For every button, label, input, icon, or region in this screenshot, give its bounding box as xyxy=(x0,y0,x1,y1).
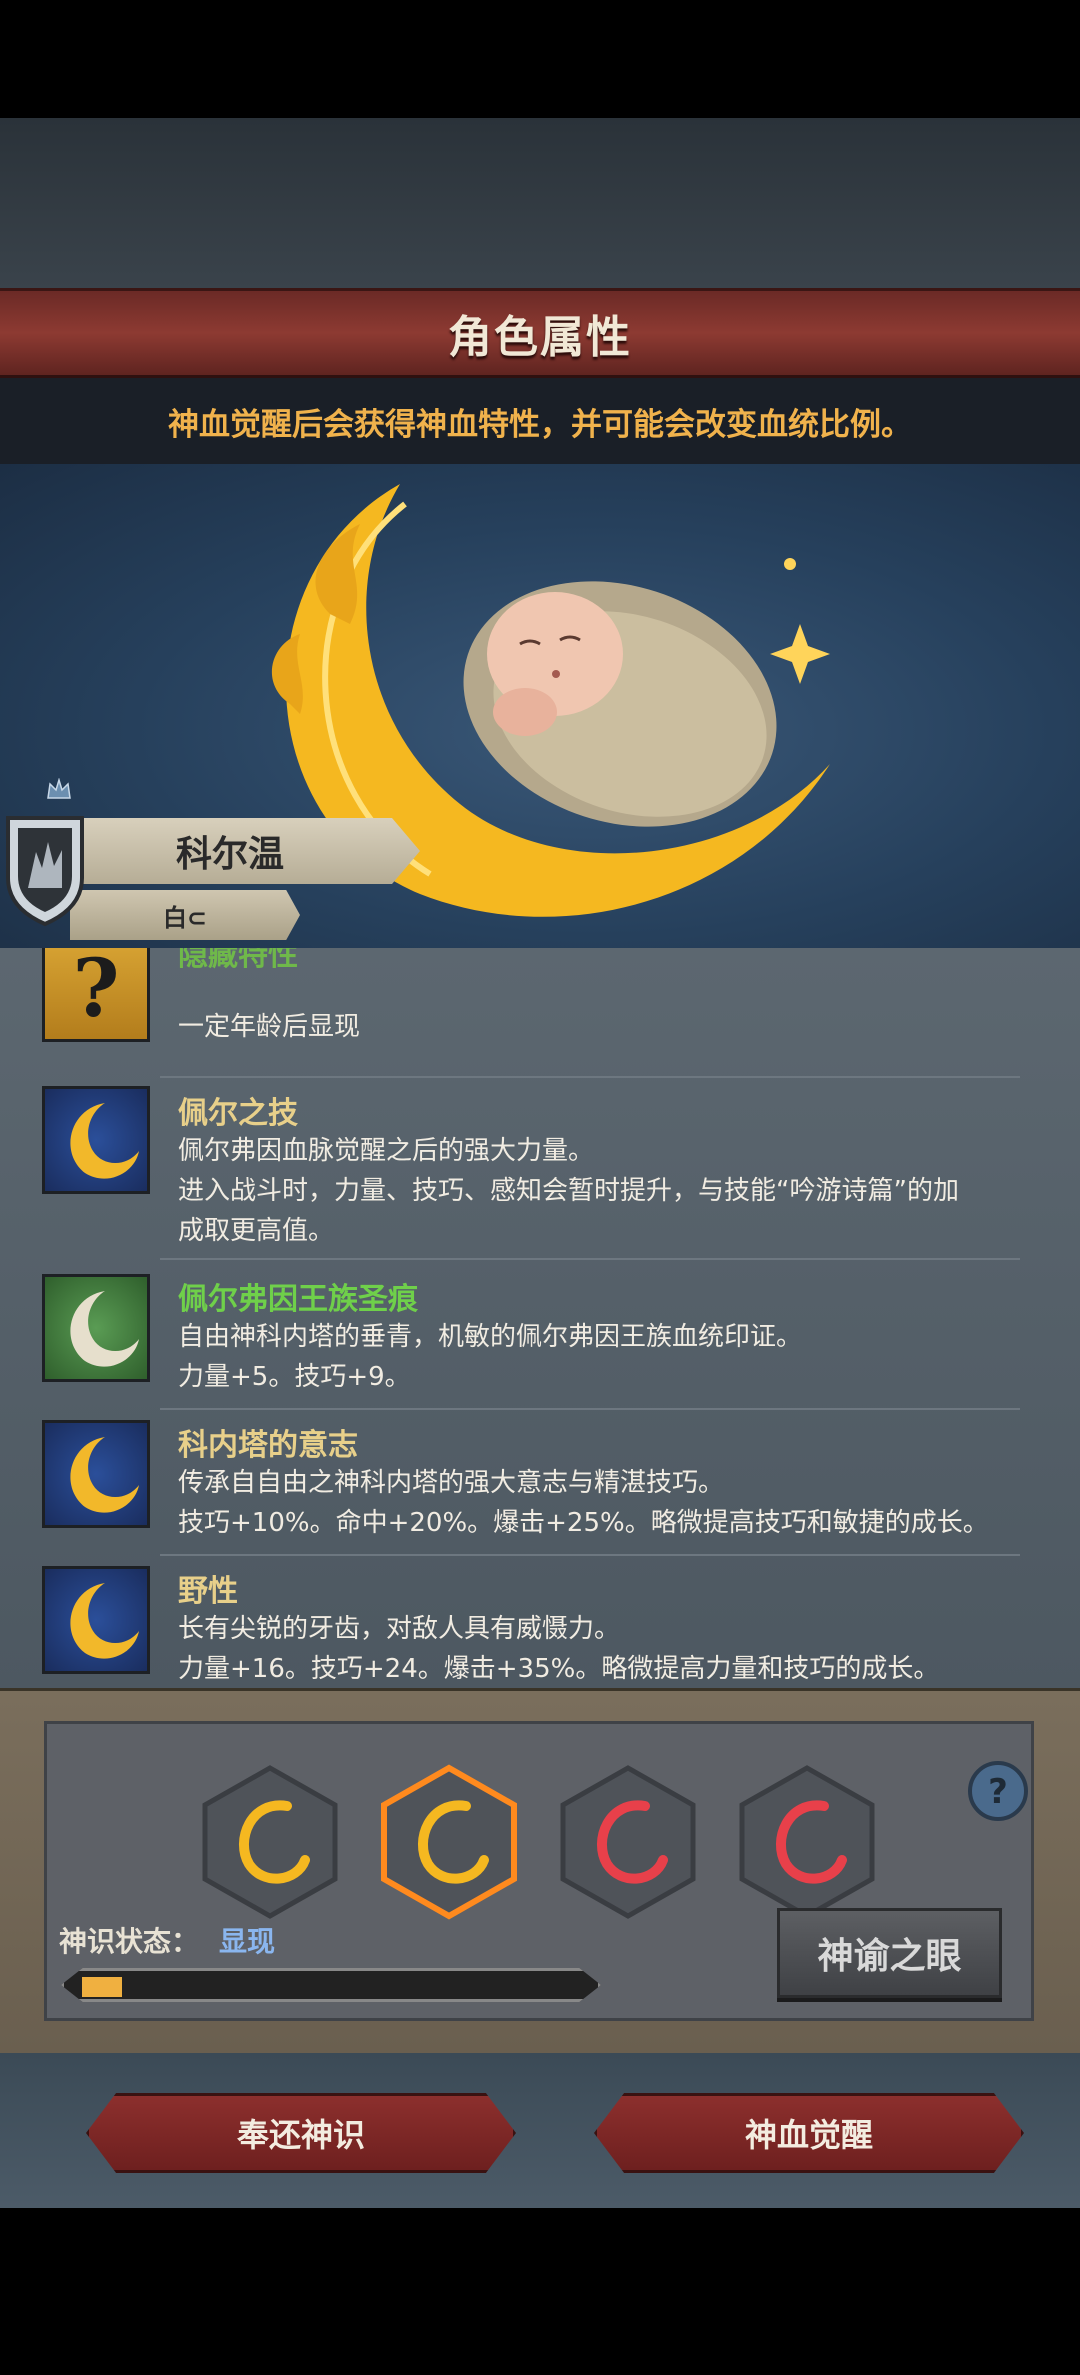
character-clan: 白⊂ xyxy=(162,903,208,932)
trait-desc: 佩尔弗因血脉觉醒之后的强大力量。 xyxy=(178,1136,595,1166)
return-sense-button[interactable]: 奉还神识 xyxy=(86,2093,516,2173)
trait-desc: 进入战斗时，力量、技巧、感知会暂时提升，与技能“吟游诗篇”的加 xyxy=(178,1176,959,1206)
help-icon[interactable]: ? xyxy=(967,1760,1029,1822)
question-icon: ? xyxy=(42,948,150,1042)
character-name-plate: 科尔温 白⊂ xyxy=(0,778,430,968)
divider xyxy=(160,1076,1020,1078)
rank-crown-icon xyxy=(47,778,71,799)
divider xyxy=(160,1408,1020,1410)
blood-awaken-label: 神血觉醒 xyxy=(744,2116,873,2154)
divine-sense-panel: ? 神识状态： 显现 神谕之眼 xyxy=(0,1688,1080,2053)
sense-slot-3[interactable] xyxy=(559,1764,697,1920)
trait-name: 佩尔弗因王族圣痕 xyxy=(178,1282,418,1317)
sense-slot-1[interactable] xyxy=(201,1764,339,1920)
character-name: 科尔温 xyxy=(175,834,284,875)
notice-text: 神血觉醒后会获得神血特性，并可能会改变血统比例。 xyxy=(168,406,912,443)
svg-text:?: ? xyxy=(988,1772,1008,1812)
action-bar: 奉还神识 神血觉醒 xyxy=(0,2053,1080,2208)
moon-icon xyxy=(42,1566,150,1674)
trait-name: 隐藏特性 xyxy=(178,948,298,973)
sense-state-value: 显现 xyxy=(219,1925,276,1958)
top-band xyxy=(0,118,1080,288)
sense-slot-4[interactable] xyxy=(738,1764,876,1920)
divine-sense-inner: ? 神识状态： 显现 神谕之眼 xyxy=(44,1721,1034,2021)
sense-progress-bar xyxy=(61,1968,601,2002)
oracle-eye-button[interactable]: 神谕之眼 xyxy=(777,1908,1002,1998)
trait-desc: 长有尖锐的牙齿，对敌人具有威慑力。 xyxy=(178,1614,621,1644)
trait-name: 科内塔的意志 xyxy=(178,1428,358,1463)
trait-desc: 力量+16。技巧+24。爆击+35%。略微提高力量和技巧的成长。 xyxy=(178,1654,940,1684)
trait-desc: 一定年龄后显现 xyxy=(178,1012,361,1042)
status-bar-area xyxy=(0,0,1080,118)
clan-shield-icon xyxy=(6,816,84,927)
trait-desc: 技巧+10%。命中+20%。爆击+25%。略微提高技巧和敏捷的成长。 xyxy=(178,1508,989,1538)
title-bar: 角色属性 xyxy=(0,288,1080,378)
oracle-eye-label: 神谕之眼 xyxy=(817,1936,962,1977)
divider xyxy=(160,1554,1020,1556)
divider xyxy=(160,1258,1020,1260)
clan-banner: 白⊂ xyxy=(70,890,300,940)
trait-desc: 传承自自由之神科内塔的强大意志与精湛技巧。 xyxy=(178,1468,725,1498)
pale-moon-icon xyxy=(42,1274,150,1382)
trait-desc: 力量+5。技巧+9。 xyxy=(178,1362,411,1392)
sense-progress-fill xyxy=(82,1977,122,1997)
navigation-bar-area xyxy=(0,2208,1080,2375)
traits-list[interactable]: ? 隐藏特性 一定年龄后显现 佩尔之技 佩尔弗因血脉觉醒之后的强大力量。 进入战… xyxy=(0,948,1080,1688)
moon-icon xyxy=(42,1420,150,1528)
return-sense-label: 奉还神识 xyxy=(236,2116,365,2154)
trait-name: 野性 xyxy=(178,1574,238,1609)
trait-name: 佩尔之技 xyxy=(178,1096,298,1131)
page-title: 角色属性 xyxy=(448,312,632,363)
sense-slot-2-selected[interactable] xyxy=(380,1764,518,1920)
name-banner: 科尔温 xyxy=(70,818,420,884)
blood-awaken-button[interactable]: 神血觉醒 xyxy=(594,2093,1024,2173)
trait-desc: 成取更高值。 xyxy=(178,1216,335,1246)
notice-bar: 神血觉醒后会获得神血特性，并可能会改变血统比例。 xyxy=(0,378,1080,464)
moon-icon xyxy=(42,1086,150,1194)
sense-state-label: 神识状态： xyxy=(59,1925,200,1958)
trait-desc: 自由神科内塔的垂青，机敏的佩尔弗因王族血统印证。 xyxy=(178,1322,803,1352)
